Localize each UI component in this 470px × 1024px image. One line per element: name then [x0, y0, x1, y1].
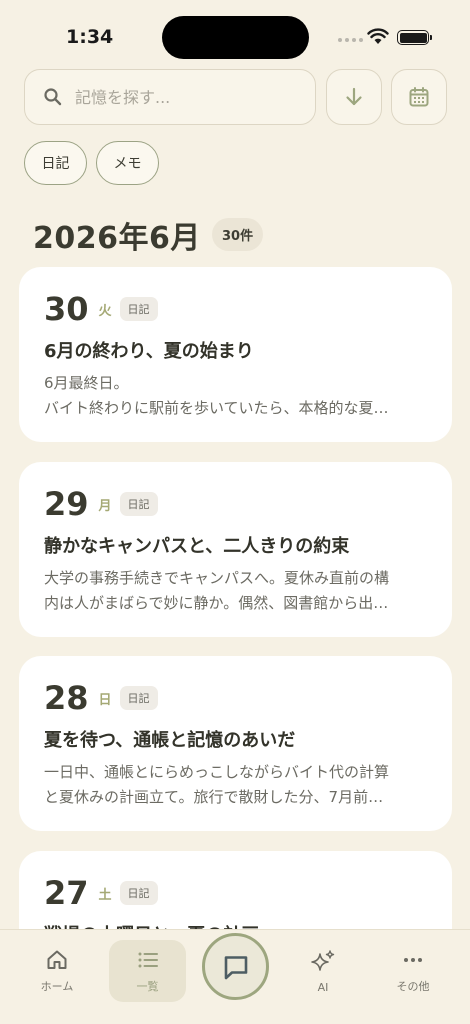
entry-weekday: 月	[98, 498, 112, 514]
status-time: 1:34	[66, 26, 114, 48]
entry-tag: 日記	[119, 492, 158, 516]
entry-tag: 日記	[119, 686, 158, 710]
entry-tag: 日記	[119, 297, 158, 321]
entry-card[interactable]: 30 火 日記 6月の終わり、夏の始まり 6月最終日。 バイト終わりに駅前を歩い…	[19, 267, 452, 442]
entry-excerpt: 6月最終日。 バイト終わりに駅前を歩いていたら、本格的な夏…	[44, 371, 427, 421]
entry-excerpt-line: 6月最終日。	[44, 374, 129, 392]
entry-card[interactable]: 28 日 日記 夏を待つ、通帳と記憶のあいだ 一日中、通帳とにらめっこしながらバ…	[19, 656, 452, 831]
list-icon	[138, 952, 158, 968]
entry-day: 27	[44, 874, 89, 912]
filter-chip-diary[interactable]: 日記	[24, 141, 87, 185]
tab-more-label: その他	[396, 980, 430, 993]
entry-weekday: 土	[98, 887, 112, 903]
entry-excerpt-line: 大学の事務手続きでキャンパスへ。夏休み直前の構	[44, 569, 390, 587]
entry-day: 30	[44, 290, 89, 328]
tab-home-label: ホーム	[40, 980, 74, 993]
more-dots-icon	[404, 958, 422, 962]
entry-excerpt: 一日中、通帳とにらめっこしながらバイト代の計算 と夏休みの計画立て。旅行で散財し…	[44, 760, 427, 810]
entry-excerpt-line: 一日中、通帳とにらめっこしながらバイト代の計算	[44, 763, 390, 781]
status-bar: 1:34	[0, 0, 470, 76]
sparkles-icon	[311, 949, 335, 971]
entry-card[interactable]: 29 月 日記 静かなキャンパスと、二人きりの約束 大学の事務手続きでキャンパス…	[19, 462, 452, 637]
entry-excerpt-line: バイト終わりに駅前を歩いていたら、本格的な夏…	[44, 399, 389, 417]
wifi-icon	[367, 28, 389, 44]
tab-more[interactable]: その他	[373, 940, 453, 1002]
entry-title: 静かなキャンパスと、二人きりの約束	[44, 536, 350, 557]
entry-excerpt: 大学の事務手続きでキャンパスへ。夏休み直前の構 内は人がまばらで妙に静か。偶然、…	[44, 566, 427, 616]
tab-home[interactable]: ホーム	[17, 940, 97, 1002]
tab-ai[interactable]: AI	[283, 940, 363, 1002]
filter-chip-memo[interactable]: メモ	[96, 141, 159, 185]
battery-icon	[397, 30, 429, 45]
entry-excerpt-line: と夏休みの計画立て。旅行で散財した分、7月前…	[44, 788, 384, 806]
entry-excerpt-line: 内は人がまばらで妙に静か。偶然、図書館から出…	[44, 594, 389, 612]
entry-weekday: 日	[98, 692, 112, 708]
search-bar[interactable]	[24, 69, 316, 125]
entry-day: 28	[44, 679, 89, 717]
entry-day: 29	[44, 485, 89, 523]
tab-ai-label: AI	[317, 980, 329, 994]
chat-button[interactable]	[202, 933, 269, 1000]
tab-bar: ホーム 一覧 AI その他	[0, 929, 470, 1024]
tab-list-label: 一覧	[136, 980, 159, 993]
dynamic-island	[162, 16, 309, 59]
entry-title: 夏を待つ、通帳と記憶のあいだ	[44, 730, 296, 751]
search-input[interactable]	[75, 87, 295, 107]
search-icon	[44, 88, 62, 106]
home-icon	[47, 950, 67, 969]
entry-weekday: 火	[98, 303, 112, 319]
entry-count-badge: 30件	[212, 218, 264, 251]
entry-title: 6月の終わり、夏の始まり	[44, 341, 254, 362]
entry-tag: 日記	[119, 881, 158, 905]
arrow-down-icon	[346, 87, 362, 106]
chat-bubble-icon	[224, 955, 247, 979]
cellular-signal-icon	[338, 38, 363, 42]
calendar-button[interactable]	[391, 69, 447, 125]
calendar-icon	[409, 87, 429, 107]
download-button[interactable]	[326, 69, 382, 125]
tab-list[interactable]: 一覧	[109, 940, 186, 1002]
month-title: 2026年6月	[33, 221, 201, 256]
